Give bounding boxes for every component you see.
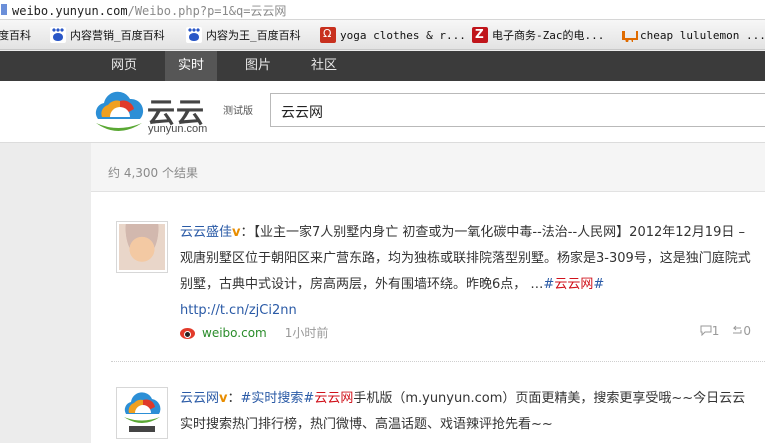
post-hashtag[interactable]: #实时搜索# [241,391,315,406]
weibo-post: 云云网v：#实时搜索#云云网手机版（m.yunyun.com）页面更精美，搜索更… [180,386,755,438]
bookmark-label: yoga clothes & r... [340,28,466,42]
search-header: 云云 yunyun.com 测试版 云云网 [0,81,765,143]
post-keyword-highlight[interactable]: 云云网 [314,391,353,406]
comment-icon [700,325,712,337]
post-actions: 1 0 [700,324,751,338]
colon: ： [240,225,254,240]
bookmark-content-marketing[interactable]: 内容营销_百度百科 [50,27,165,43]
nav-community[interactable]: 社区 [297,51,351,81]
verified-icon: v [219,391,228,406]
top-nav: 网页 实时 图片 社区 [0,51,765,81]
weibo-icon [180,325,196,341]
paw-icon [50,27,66,43]
baby-photo [119,224,165,270]
post-username[interactable]: 云云盛佳 [180,225,232,240]
bookmarks-bar: 度百科 内容营销_百度百科 内容为王_百度百科 yoga clothes & r… [0,20,765,50]
colon: ： [227,391,241,406]
bookmark-yoga-clothes[interactable]: yoga clothes & r... [320,27,466,43]
bookmark-label: 度百科 [0,29,31,42]
address-path: /Weibo.php?p=1&q=云云网 [127,4,287,18]
post-meta: weibo.com 1小时前 [180,324,328,341]
post-username[interactable]: 云云网 [180,391,219,406]
post-link[interactable]: http://t.cn/zjCi2nn [180,303,297,318]
nav-realtime[interactable]: 实时 [165,51,217,81]
bookmark-label: 电子商务-Zac的电... [492,29,605,42]
nav-web[interactable]: 网页 [96,51,152,81]
cloud-logo-icon [95,91,144,131]
avatar[interactable] [116,221,168,273]
post-text: 【业主一家7人别墅内身亡 初查或为一氧化碳中毒--法治--人民网】2012年12… [180,225,751,292]
avatar[interactable] [116,387,168,439]
site-logo[interactable]: 云云 yunyun.com 测试版 [90,89,260,139]
paw-icon [186,27,202,43]
repost-button[interactable]: 0 [731,324,751,338]
bookmark-label: 内容为王_百度百科 [206,29,301,42]
bookmark-label: 内容营销_百度百科 [70,29,165,42]
post-source[interactable]: weibo.com [202,326,267,340]
comment-button[interactable]: 1 [700,324,719,338]
bookmark-content-king[interactable]: 内容为王_百度百科 [186,27,301,43]
bookmark-cheap-lululemon[interactable]: cheap lululemon ... [620,27,765,43]
repost-icon [733,325,742,334]
lululemon-icon [320,27,336,43]
bookmark-zac-ecommerce[interactable]: 电子商务-Zac的电... [472,27,604,43]
cart-icon [620,27,638,43]
text-cursor [1,4,7,15]
address-bar[interactable]: weibo.yunyun.com/Weibo.php?p=1&q=云云网 [0,0,765,20]
weibo-post: 云云盛佳v：【业主一家7人别墅内身亡 初查或为一氧化碳中毒--法治--人民网】2… [180,220,755,324]
post-hashtag[interactable]: #云云网# [543,277,604,292]
verified-icon: v [232,225,241,240]
z-icon [472,27,488,43]
post-time[interactable]: 1小时前 [285,324,329,341]
logo-domain: yunyun.com [148,123,208,135]
yunyun-logo-icon [124,392,161,432]
nav-images[interactable]: 图片 [232,51,284,81]
bookmark-label: cheap lululemon ... [640,28,765,42]
bookmark-baidu-baike[interactable]: 度百科 [0,27,31,43]
beta-label: 测试版 [223,106,253,117]
search-input[interactable]: 云云网 [270,93,765,127]
results-area: 约 4,300 个结果 云云盛佳v：【业主一家7人别墅内身亡 初查或为一氧化碳中… [91,143,765,443]
result-count: 约 4,300 个结果 [108,166,198,180]
address-host: weibo.yunyun.com [12,4,128,18]
result-divider [111,361,765,362]
